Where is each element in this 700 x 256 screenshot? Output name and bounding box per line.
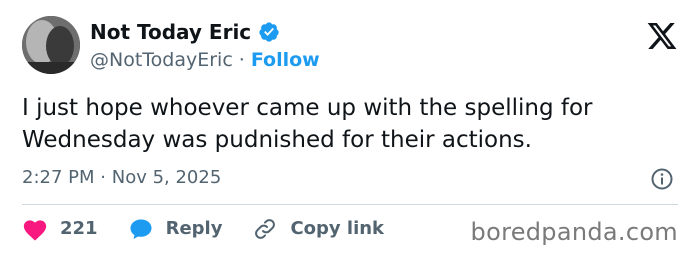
link-icon xyxy=(255,219,276,239)
copy-link-label: Copy link xyxy=(290,218,385,239)
timestamp-separator: · xyxy=(100,167,106,188)
tweet-date: Nov 5, 2025 xyxy=(111,167,222,188)
avatar[interactable] xyxy=(22,16,80,74)
speech-bubble-icon xyxy=(130,219,152,239)
verified-badge-icon xyxy=(259,22,279,42)
reply-button[interactable]: Reply xyxy=(128,216,223,242)
x-logo-icon[interactable] xyxy=(646,20,678,52)
heart-icon xyxy=(23,220,47,241)
copy-link-button[interactable]: Copy link xyxy=(252,216,384,242)
watermark: boredpanda.com xyxy=(470,218,678,246)
like-count: 221 xyxy=(60,218,98,239)
author-display-name[interactable]: Not Today Eric xyxy=(90,20,251,44)
info-icon[interactable] xyxy=(650,167,674,191)
like-button[interactable]: 221 xyxy=(22,216,98,242)
reply-label: Reply xyxy=(165,218,223,239)
author-handle-row: @NotTodayEric · Follow xyxy=(90,48,320,72)
avatar-photo xyxy=(22,16,80,74)
tweet-timestamp[interactable]: 2:27 PM · Nov 5, 2025 xyxy=(22,166,221,190)
divider xyxy=(22,204,678,205)
handle-separator: · xyxy=(238,49,245,71)
author-name-row: Not Today Eric xyxy=(90,20,280,44)
action-bar: 221 Reply Copy link xyxy=(22,216,414,242)
tweet-text: I just hope whoever came up with the spe… xyxy=(22,95,593,153)
author-handle[interactable]: @NotTodayEric xyxy=(90,48,233,72)
follow-button[interactable]: Follow xyxy=(251,48,320,72)
tweet-time: 2:27 PM xyxy=(22,167,95,188)
